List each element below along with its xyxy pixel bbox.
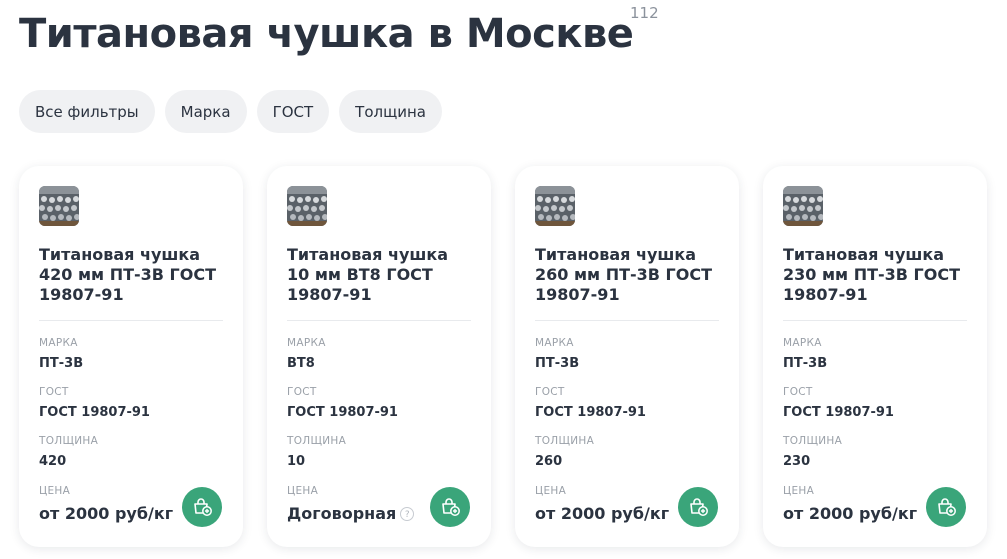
spec-value: ГОСТ 19807-91 xyxy=(535,405,646,420)
cart-add-icon xyxy=(442,498,460,516)
spec-label: ТОЛЩИНА xyxy=(535,435,595,447)
filter-thickness-button[interactable]: Толщина xyxy=(339,90,442,133)
filter-bar: Все фильтры Марка ГОСТ Толщина xyxy=(19,90,442,133)
spec-label: ГОСТ xyxy=(535,386,565,398)
price-label: ЦЕНА xyxy=(783,485,815,497)
product-image[interactable] xyxy=(783,186,823,226)
spec-label: ТОЛЩИНА xyxy=(287,435,347,447)
spec-label: ТОЛЩИНА xyxy=(39,435,99,447)
cart-add-icon xyxy=(690,498,708,516)
price-label: ЦЕНА xyxy=(39,485,71,497)
spec-label: ГОСТ xyxy=(783,386,813,398)
product-card[interactable]: Титановая чушка 230 мм ПТ-3В ГОСТ 19807-… xyxy=(763,166,987,547)
add-to-cart-button[interactable] xyxy=(182,487,222,527)
price-value: Договорная ? xyxy=(287,504,415,523)
spec-label: МАРКА xyxy=(39,337,78,349)
product-photo-icon xyxy=(39,186,79,226)
product-image[interactable] xyxy=(535,186,575,226)
product-grid: Титановая чушка 420 мм ПТ-3В ГОСТ 19807-… xyxy=(19,166,987,547)
spec-label: ГОСТ xyxy=(287,386,317,398)
product-name[interactable]: Титановая чушка 230 мм ПТ-3В ГОСТ 19807-… xyxy=(783,245,967,305)
product-image[interactable] xyxy=(287,186,327,226)
cart-add-icon xyxy=(938,498,956,516)
spec-label: МАРКА xyxy=(783,337,822,349)
price-label: ЦЕНА xyxy=(287,485,319,497)
result-count: 112 xyxy=(630,4,659,22)
spec-value: 10 xyxy=(287,454,306,469)
product-photo-icon xyxy=(783,186,823,226)
spec-thickness: ТОЛЩИНА 260 xyxy=(535,435,719,470)
product-card[interactable]: Титановая чушка 10 мм ВТ8 ГОСТ 19807-91 … xyxy=(267,166,491,547)
spec-value: 230 xyxy=(783,454,811,469)
page-title: Титановая чушка в Москве xyxy=(19,11,634,57)
spec-thickness: ТОЛЩИНА 10 xyxy=(287,435,471,470)
spec-value: ПТ-3В xyxy=(535,356,580,371)
divider xyxy=(535,320,719,321)
product-card[interactable]: Титановая чушка 260 мм ПТ-3В ГОСТ 19807-… xyxy=(515,166,739,547)
product-name[interactable]: Титановая чушка 10 мм ВТ8 ГОСТ 19807-91 xyxy=(287,245,471,305)
divider xyxy=(783,320,967,321)
spec-value: ПТ-3В xyxy=(783,356,828,371)
spec-value: 420 xyxy=(39,454,67,469)
spec-grade: МАРКА ПТ-3В xyxy=(535,337,719,372)
spec-value: ПТ-3В xyxy=(39,356,84,371)
product-image[interactable] xyxy=(39,186,79,226)
add-to-cart-button[interactable] xyxy=(430,487,470,527)
spec-label: ГОСТ xyxy=(39,386,69,398)
filter-all-button[interactable]: Все фильтры xyxy=(19,90,155,133)
price-text: от 2000 руб/кг xyxy=(535,504,670,523)
spec-gost: ГОСТ ГОСТ 19807-91 xyxy=(287,386,471,421)
filter-grade-button[interactable]: Марка xyxy=(164,90,247,133)
spec-value: ГОСТ 19807-91 xyxy=(287,405,398,420)
product-photo-icon xyxy=(535,186,575,226)
spec-value: ГОСТ 19807-91 xyxy=(783,405,894,420)
price-text: Договорная xyxy=(287,504,397,523)
spec-gost: ГОСТ ГОСТ 19807-91 xyxy=(535,386,719,421)
spec-thickness: ТОЛЩИНА 230 xyxy=(783,435,967,470)
spec-gost: ГОСТ ГОСТ 19807-91 xyxy=(783,386,967,421)
add-to-cart-button[interactable] xyxy=(678,487,718,527)
divider xyxy=(287,320,471,321)
product-photo-icon xyxy=(287,186,327,226)
spec-label: МАРКА xyxy=(535,337,574,349)
price-label: ЦЕНА xyxy=(535,485,567,497)
add-to-cart-button[interactable] xyxy=(926,487,966,527)
divider xyxy=(39,320,223,321)
price-text: от 2000 руб/кг xyxy=(39,504,174,523)
spec-gost: ГОСТ ГОСТ 19807-91 xyxy=(39,386,223,421)
title-row: Титановая чушка в Москве xyxy=(19,8,634,64)
price-value: от 2000 руб/кг xyxy=(535,504,669,523)
filter-gost-button[interactable]: ГОСТ xyxy=(256,90,330,133)
spec-grade: МАРКА ВТ8 xyxy=(287,337,471,372)
product-name[interactable]: Титановая чушка 260 мм ПТ-3В ГОСТ 19807-… xyxy=(535,245,719,305)
spec-thickness: ТОЛЩИНА 420 xyxy=(39,435,223,470)
spec-value: ВТ8 xyxy=(287,356,315,371)
cart-add-icon xyxy=(194,498,212,516)
spec-label: ТОЛЩИНА xyxy=(783,435,843,447)
product-card[interactable]: Титановая чушка 420 мм ПТ-3В ГОСТ 19807-… xyxy=(19,166,243,547)
spec-grade: МАРКА ПТ-3В xyxy=(783,337,967,372)
spec-value: ГОСТ 19807-91 xyxy=(39,405,150,420)
spec-grade: МАРКА ПТ-3В xyxy=(39,337,223,372)
product-name[interactable]: Титановая чушка 420 мм ПТ-3В ГОСТ 19807-… xyxy=(39,245,223,305)
price-value: от 2000 руб/кг xyxy=(783,504,917,523)
price-text: от 2000 руб/кг xyxy=(783,504,918,523)
spec-label: МАРКА xyxy=(287,337,326,349)
price-value: от 2000 руб/кг xyxy=(39,504,173,523)
spec-value: 260 xyxy=(535,454,563,469)
help-icon[interactable]: ? xyxy=(400,506,415,521)
